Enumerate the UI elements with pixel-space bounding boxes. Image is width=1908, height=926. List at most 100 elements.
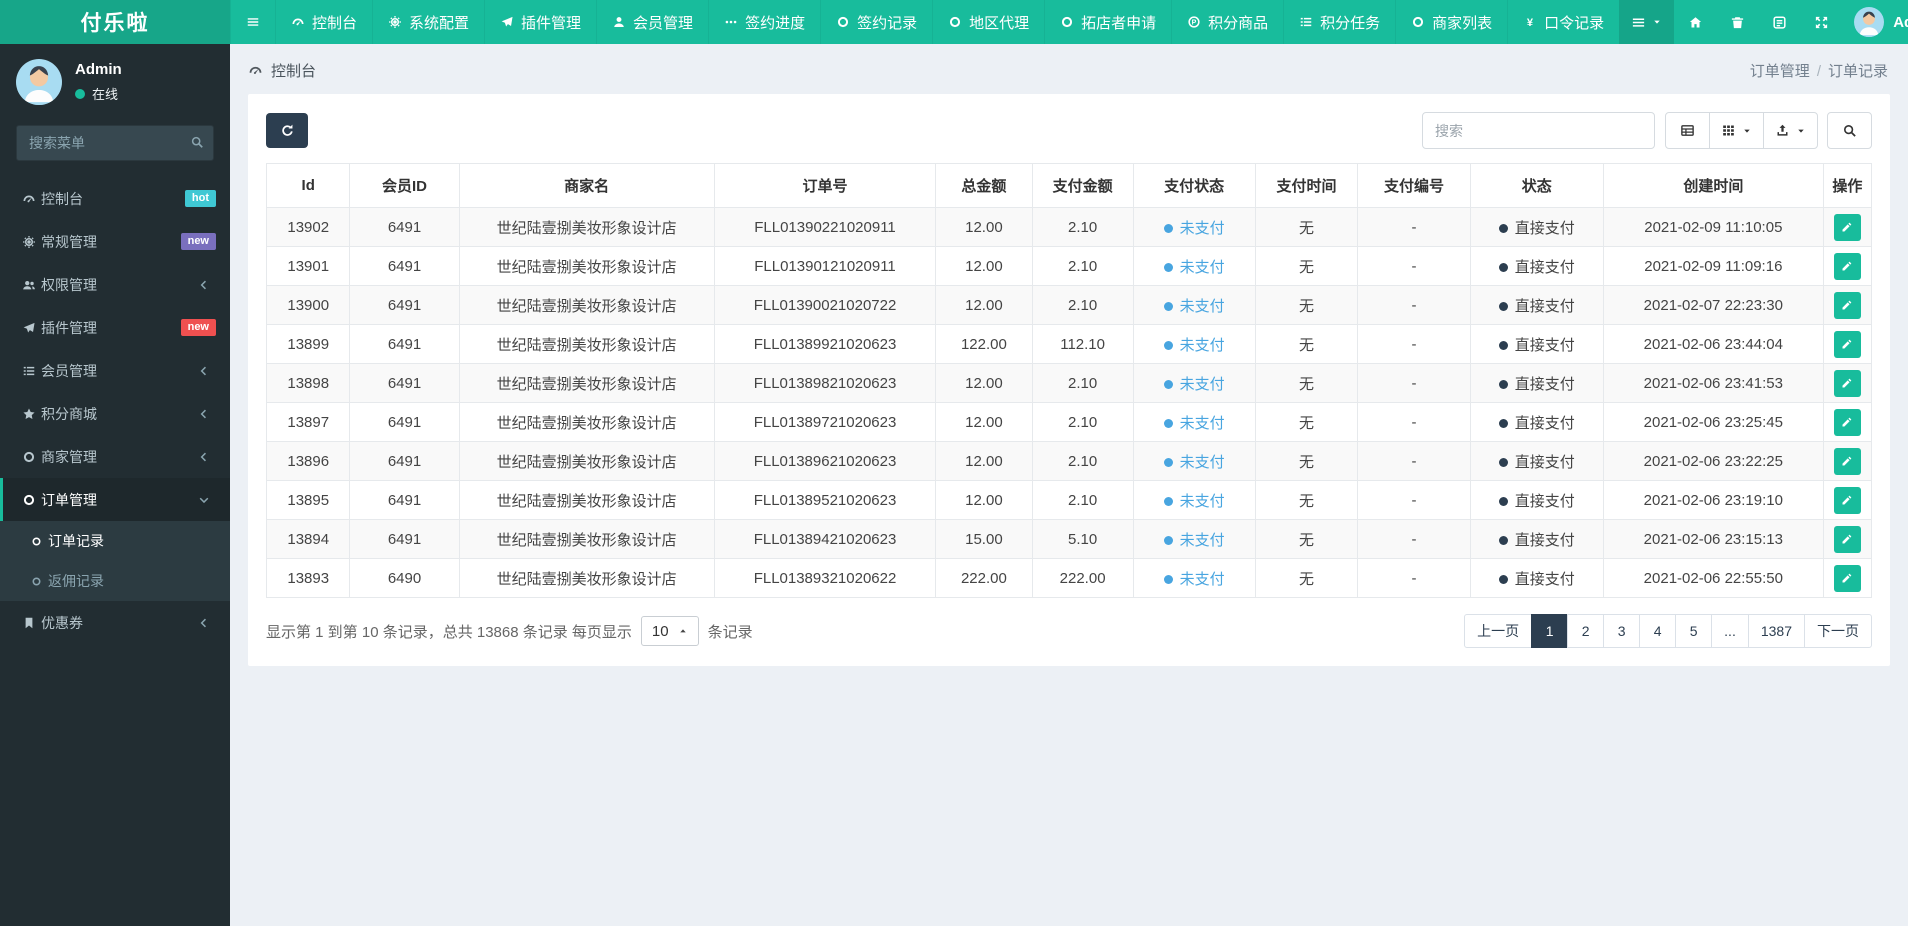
sidebar-search <box>16 125 214 161</box>
pay-status-label[interactable]: 未支付 <box>1180 454 1225 471</box>
per-page-select[interactable]: 10 <box>640 616 699 646</box>
columns-button[interactable] <box>1709 112 1764 149</box>
nav-item-system-config[interactable]: 系统配置 <box>372 0 484 44</box>
refresh-button[interactable] <box>266 113 308 148</box>
pencil-icon <box>1841 455 1853 467</box>
ring-icon <box>1060 15 1074 29</box>
nav-item-password-records[interactable]: ¥ 口令记录 <box>1507 0 1619 44</box>
nav-item-points-tasks[interactable]: 积分任务 <box>1283 0 1395 44</box>
nav-item-store-apply[interactable]: 拓店者申请 <box>1044 0 1171 44</box>
pay-status-label[interactable]: 未支付 <box>1180 337 1225 354</box>
sidebar-item-addon[interactable]: 插件管理 new <box>0 306 230 349</box>
edit-button[interactable] <box>1833 213 1861 241</box>
cell-status: 直接支付 <box>1469 402 1604 442</box>
app-button[interactable] <box>1758 0 1800 44</box>
sidebar-subitem-rebate-records[interactable]: 返佣记录 <box>0 561 230 601</box>
edit-button[interactable] <box>1833 447 1861 475</box>
edit-button[interactable] <box>1833 525 1861 553</box>
cell-action <box>1822 285 1873 325</box>
ring-icon <box>1411 15 1425 29</box>
nav-item-sign-records[interactable]: 签约记录 <box>820 0 932 44</box>
columns-grid-icon <box>1721 123 1736 138</box>
edit-button[interactable] <box>1833 408 1861 436</box>
cell-pay_no: - <box>1357 285 1471 325</box>
pay-status-dot-icon <box>1163 223 1173 233</box>
page-button-2[interactable]: 2 <box>1567 614 1605 648</box>
nav-item-dashboard[interactable]: 控制台 <box>275 0 372 44</box>
sidebar-item-points-mall[interactable]: 积分商城 <box>0 392 230 435</box>
toggle-view-button[interactable] <box>1665 112 1710 149</box>
breadcrumb-separator: / <box>1816 63 1821 80</box>
list-icon <box>1299 15 1313 29</box>
edit-button[interactable] <box>1833 291 1861 319</box>
pay-status-label[interactable]: 未支付 <box>1180 220 1225 237</box>
pay-status-label[interactable]: 未支付 <box>1180 415 1225 432</box>
cell-action <box>1822 324 1873 364</box>
ring-icon <box>25 576 48 587</box>
status-label: 直接支付 <box>1514 492 1575 510</box>
brand-logo[interactable]: 付乐啦 <box>0 0 230 44</box>
table-search-input[interactable] <box>1422 112 1655 149</box>
nav-item-region-agent[interactable]: 地区代理 <box>932 0 1044 44</box>
nav-item-merchant-list[interactable]: 商家列表 <box>1395 0 1507 44</box>
menu-dropdown-button[interactable] <box>1619 0 1675 44</box>
nav-item-points-goods[interactable]: P 积分商品 <box>1171 0 1283 44</box>
sidebar-item-general[interactable]: 常规管理 new <box>0 220 230 263</box>
nav-item-sign-progress[interactable]: 签约进度 <box>708 0 820 44</box>
gauge-icon <box>291 15 305 29</box>
edit-button[interactable] <box>1833 330 1861 358</box>
edit-button[interactable] <box>1833 252 1861 280</box>
sidebar-item-order[interactable]: 订单管理 <box>0 478 230 521</box>
cell-action <box>1822 246 1873 286</box>
fullscreen-button[interactable] <box>1800 0 1842 44</box>
cell-member_id: 6490 <box>349 558 460 598</box>
page-button-4[interactable]: 4 <box>1639 614 1677 648</box>
clear-cache-button[interactable] <box>1716 0 1758 44</box>
cell-order_no: FLL01389421020623 <box>713 519 937 559</box>
pencil-icon <box>1841 338 1853 350</box>
edit-button[interactable] <box>1833 369 1861 397</box>
sidebar-item-auth[interactable]: 权限管理 <box>0 263 230 306</box>
table-row: 13894 6491 世纪陆壹捌美妆形象设计店 FLL01389421020623 15… <box>265 519 1873 559</box>
cell-pay_no: - <box>1357 441 1471 481</box>
nav-item-toggle[interactable] <box>230 0 275 44</box>
page-button-1[interactable]: 1 <box>1531 614 1569 648</box>
edit-button[interactable] <box>1833 486 1861 514</box>
navbar-user-menu[interactable]: Admin <box>1842 7 1908 37</box>
edit-button[interactable] <box>1833 564 1861 592</box>
next-page-button[interactable]: 下一页 <box>1804 614 1872 648</box>
table-row: 13898 6491 世纪陆壹捌美妆形象设计店 FLL01389821020623 12… <box>265 363 1873 403</box>
pay-status-label[interactable]: 未支付 <box>1180 532 1225 549</box>
nav-item-plugin-manage[interactable]: 插件管理 <box>484 0 596 44</box>
breadcrumb-parent[interactable]: 订单管理 <box>1750 63 1810 80</box>
sidebar-item-coupon[interactable]: 优惠券 <box>0 601 230 644</box>
pay-status-label[interactable]: 未支付 <box>1180 571 1225 588</box>
home-button[interactable] <box>1674 0 1716 44</box>
search-button[interactable] <box>1827 112 1872 149</box>
export-button[interactable] <box>1763 112 1818 149</box>
breadcrumb-home[interactable]: 控制台 <box>271 60 316 81</box>
pay-status-label[interactable]: 未支付 <box>1180 259 1225 276</box>
cell-action <box>1822 519 1873 559</box>
cell-merchant: 世纪陆壹捌美妆形象设计店 <box>458 519 715 559</box>
sidebar-item-dashboard[interactable]: 控制台 hot <box>0 177 230 220</box>
sidebar-item-member[interactable]: 会员管理 <box>0 349 230 392</box>
page-button-3[interactable]: 3 <box>1603 614 1641 648</box>
user-avatar[interactable] <box>16 59 62 105</box>
sidebar-item-merchant[interactable]: 商家管理 <box>0 435 230 478</box>
status-dot-icon <box>1498 457 1508 467</box>
page-ellipsis-button[interactable]: ... <box>1711 614 1749 648</box>
cell-id: 13900 <box>265 285 351 325</box>
prev-page-button[interactable]: 上一页 <box>1464 614 1533 648</box>
pay-status-label[interactable]: 未支付 <box>1180 493 1225 510</box>
sidebar-subitem-order-records[interactable]: 订单记录 <box>0 521 230 561</box>
column-header: 状态 <box>1469 163 1604 208</box>
bars-icon <box>1631 15 1646 30</box>
page-button-1387[interactable]: 1387 <box>1747 614 1805 648</box>
pay-status-label[interactable]: 未支付 <box>1180 376 1225 393</box>
sidebar-search-input[interactable] <box>16 125 214 161</box>
cell-merchant: 世纪陆壹捌美妆形象设计店 <box>458 324 715 364</box>
page-button-5[interactable]: 5 <box>1675 614 1713 648</box>
nav-item-member-manage[interactable]: 会员管理 <box>596 0 708 44</box>
pay-status-label[interactable]: 未支付 <box>1180 298 1225 315</box>
